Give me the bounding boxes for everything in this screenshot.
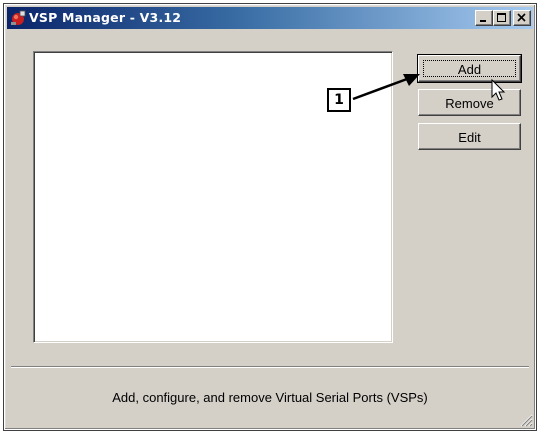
annotation-overlay [352, 74, 506, 101]
callout-arrow-line [352, 77, 408, 101]
mouse-cursor-icon [491, 78, 506, 101]
